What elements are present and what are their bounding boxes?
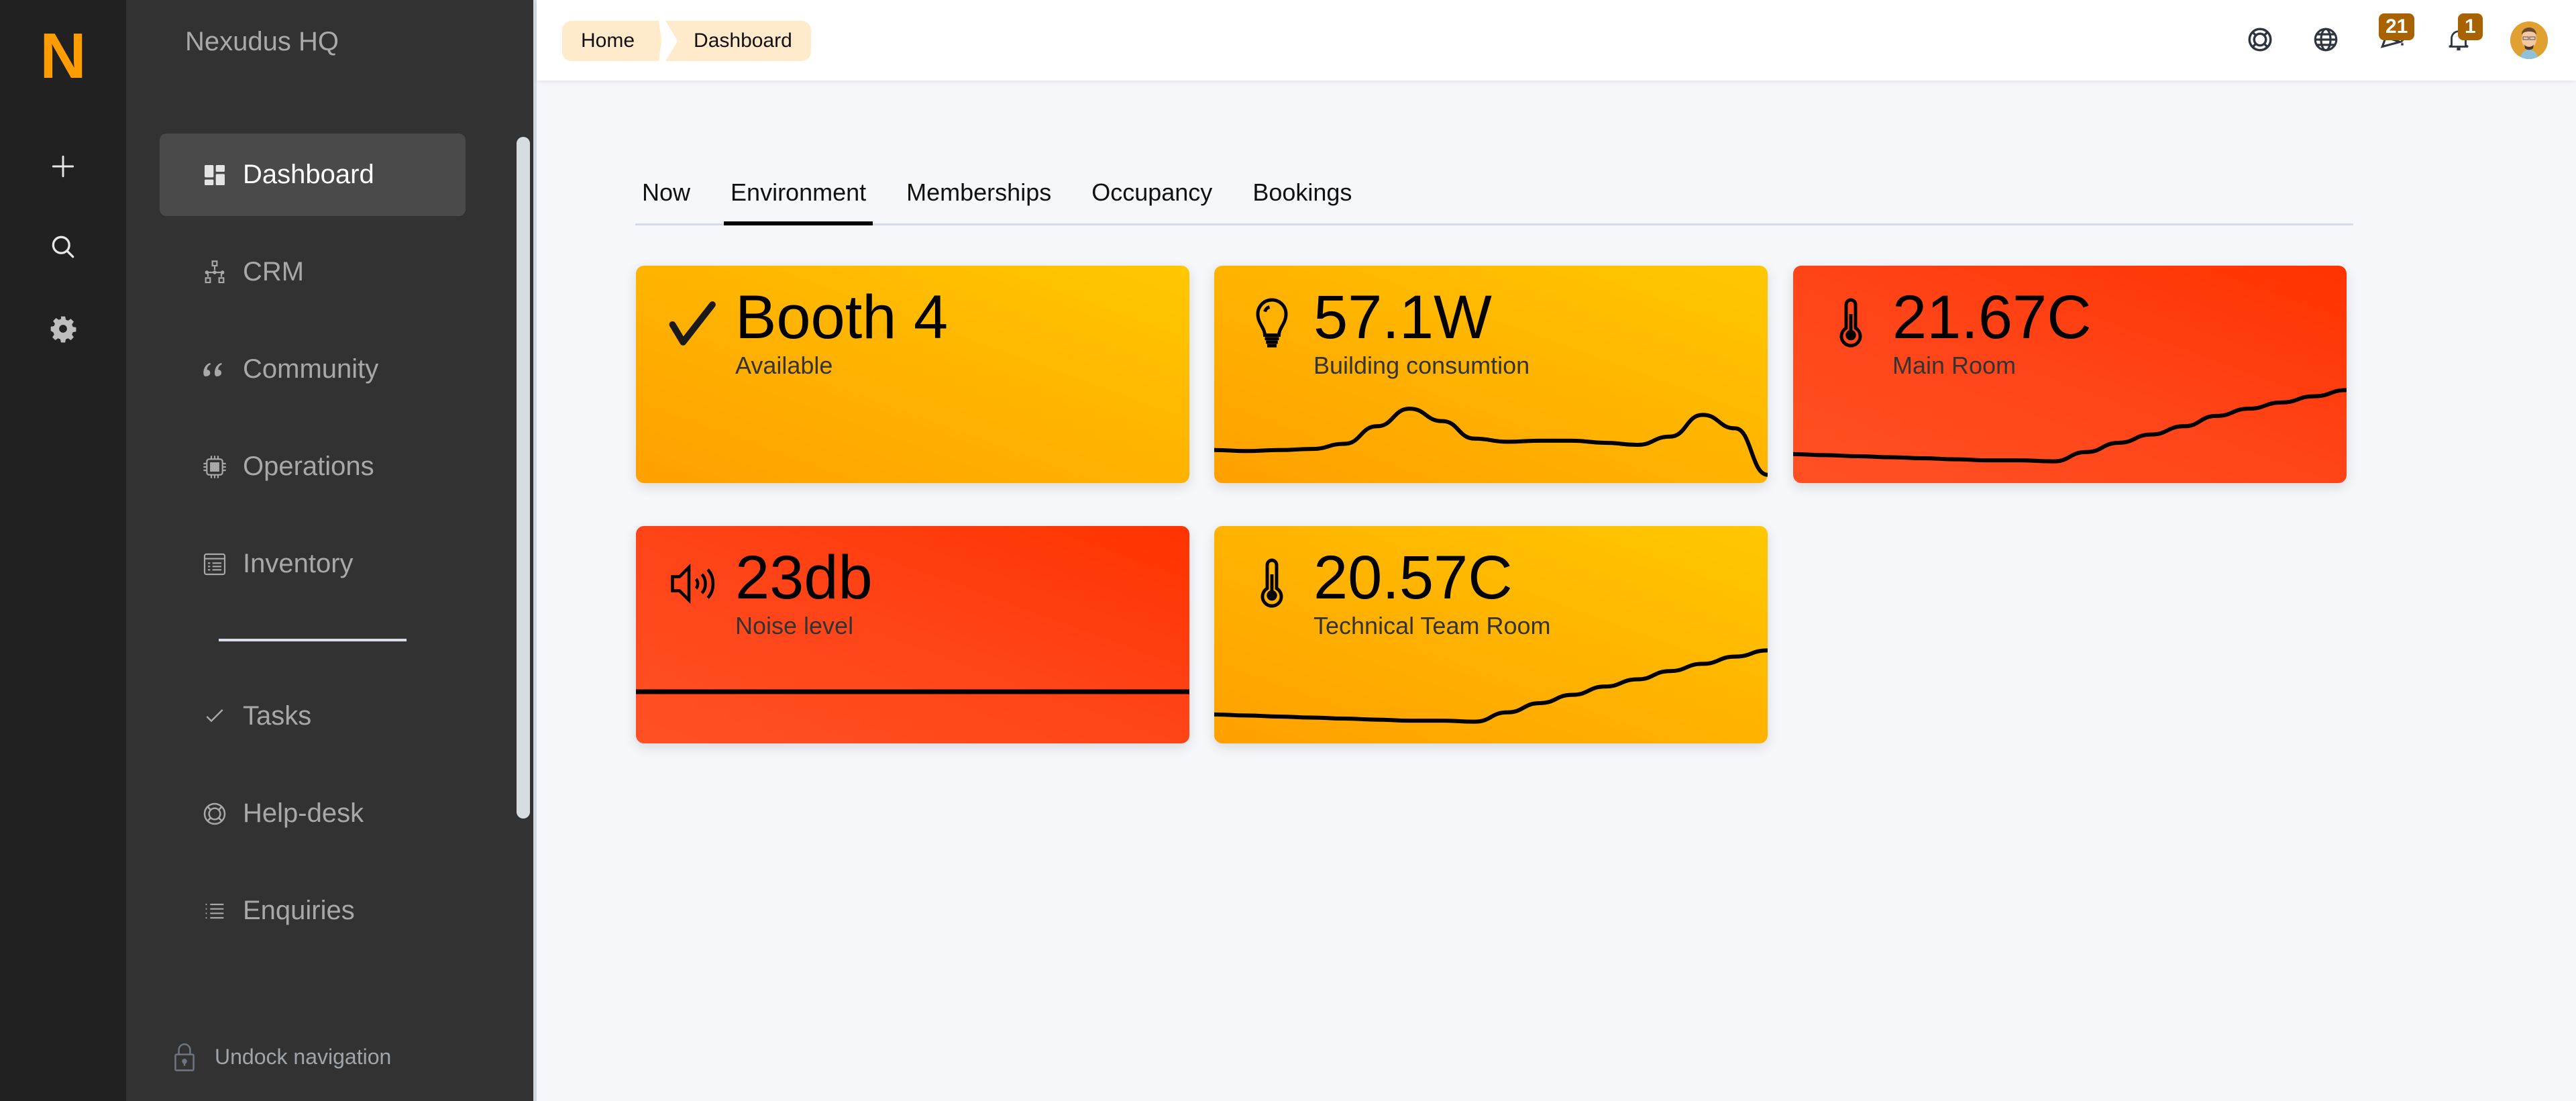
undock-navigation-button[interactable]: Undock navigation <box>173 1042 391 1071</box>
tab-memberships[interactable]: Memberships <box>900 169 1058 223</box>
nav-item-dashboard[interactable]: Dashboard <box>160 134 466 216</box>
search-button[interactable] <box>43 227 83 267</box>
chip-icon <box>201 454 228 480</box>
org-chart-icon <box>201 259 228 286</box>
sparkline-path <box>1214 407 1768 477</box>
card-building-consumption[interactable]: 57.1W Building consumtion <box>1214 266 1768 483</box>
card-technical-room-temperature[interactable]: 20.57C Technical Team Room <box>1214 526 1768 743</box>
sparkline-path <box>1214 648 1768 724</box>
globe-icon <box>2314 28 2338 52</box>
settings-button[interactable] <box>43 309 83 349</box>
list-box-icon <box>201 551 228 578</box>
dashboard-icon <box>201 162 228 189</box>
nav-item-help-desk[interactable]: Help-desk <box>160 772 466 855</box>
app-rail: N <box>0 0 126 1101</box>
help-button[interactable] <box>2245 24 2275 55</box>
nav-item-label: Operations <box>243 452 374 481</box>
nav-item-label: Tasks <box>243 701 312 731</box>
nav-scrollbar[interactable] <box>517 137 530 819</box>
nav-border <box>533 0 537 1101</box>
announcements-button[interactable]: 21 <box>2377 13 2415 55</box>
language-button[interactable] <box>2310 24 2341 55</box>
nav-item-label: Dashboard <box>243 160 374 189</box>
trend-sparkline <box>1793 388 2347 464</box>
user-avatar[interactable] <box>2510 21 2548 59</box>
undock-label: Undock navigation <box>215 1044 392 1069</box>
breadcrumb: Home Dashboard <box>562 21 811 61</box>
nav-item-label: Enquiries <box>243 896 355 925</box>
check-icon <box>201 703 228 730</box>
card-noise-level[interactable]: 23db Noise level <box>636 526 1189 743</box>
top-header: Home Dashboard 21 1 <box>537 0 2576 81</box>
tab-environment[interactable]: Environment <box>724 169 873 225</box>
add-button[interactable] <box>43 146 83 187</box>
trend-sparkline <box>1214 407 1768 477</box>
gear-icon <box>50 316 76 343</box>
nav-item-community[interactable]: Community <box>160 328 466 411</box>
nav-item-crm[interactable]: CRM <box>160 231 466 313</box>
breadcrumb-home[interactable]: Home <box>562 21 661 61</box>
sparkline-path <box>1793 388 2347 464</box>
nav-item-label: Inventory <box>243 549 354 578</box>
card-value: Booth 4 <box>735 283 949 352</box>
list-icon <box>201 898 228 925</box>
plus-icon <box>52 155 74 178</box>
tab-now[interactable]: Now <box>635 169 697 223</box>
announcements-badge: 21 <box>2379 13 2415 40</box>
navigation-panel: Nexudus HQ Dashboard CRM Community Opera… <box>126 0 533 1101</box>
tab-bookings[interactable]: Bookings <box>1246 169 1358 223</box>
checkmark-icon <box>665 295 722 352</box>
tab-occupancy[interactable]: Occupancy <box>1085 169 1219 223</box>
search-icon <box>52 235 74 258</box>
nav-item-enquiries[interactable]: Enquiries <box>160 870 466 952</box>
breadcrumb-dashboard[interactable]: Dashboard <box>665 21 811 61</box>
quote-icon <box>201 356 228 383</box>
organization-name: Nexudus HQ <box>185 27 339 56</box>
lock-icon <box>174 1043 195 1071</box>
nav-item-operations[interactable]: Operations <box>160 425 466 508</box>
nav-item-label: CRM <box>243 257 305 286</box>
lifebuoy-icon <box>2248 28 2272 52</box>
lifebuoy-icon <box>201 800 228 827</box>
nav-item-inventory[interactable]: Inventory <box>160 523 466 605</box>
nav-item-label: Community <box>243 354 379 384</box>
card-main-room-temperature[interactable]: 21.67C Main Room <box>1793 266 2347 483</box>
notifications-badge: 1 <box>2458 13 2483 40</box>
dashboard-tabs: Now Environment Memberships Occupancy Bo… <box>635 169 2353 225</box>
nav-item-label: Help-desk <box>243 798 364 828</box>
trend-sparkline <box>1214 648 1768 724</box>
nav-divider <box>219 639 407 641</box>
nav-item-tasks[interactable]: Tasks <box>160 675 466 757</box>
nexudus-logo[interactable]: N <box>39 24 87 89</box>
card-booth-availability[interactable]: Booth 4 Available <box>636 266 1189 483</box>
notifications-button[interactable]: 1 <box>2443 13 2483 55</box>
card-label: Available <box>735 352 833 379</box>
trend-sparkline <box>636 689 1189 694</box>
